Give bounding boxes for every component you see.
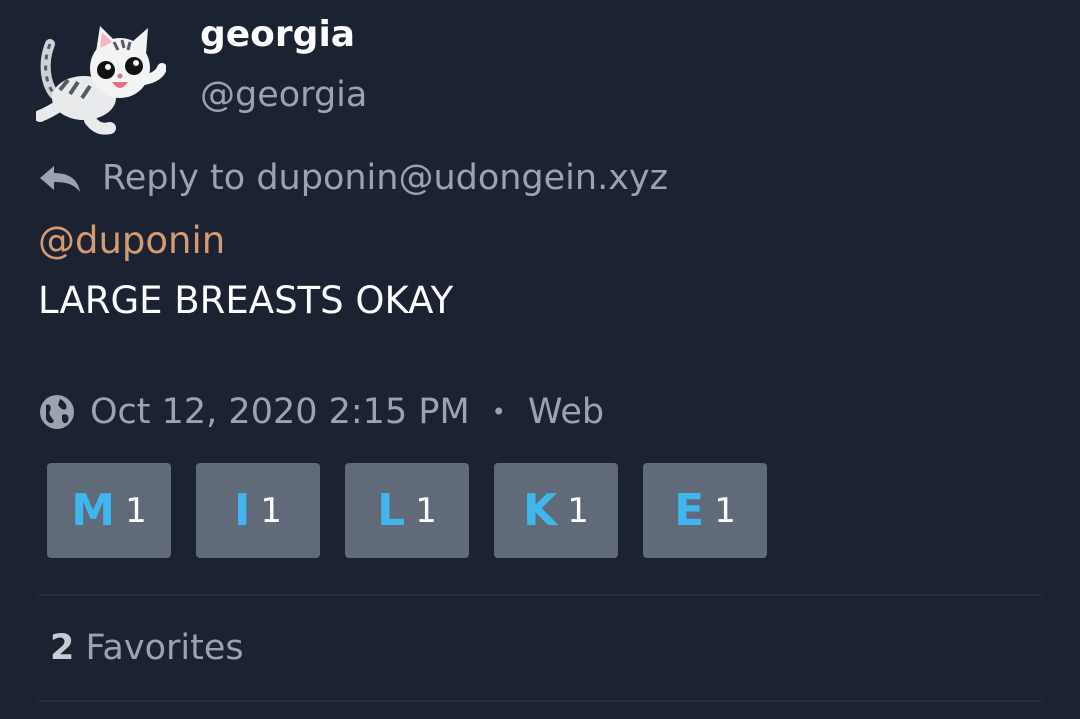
display-name[interactable]: georgia xyxy=(200,12,355,58)
reaction-emoji: L xyxy=(377,485,406,536)
reaction-count: 1 xyxy=(714,490,736,531)
status-meta: Oct 12, 2020 2:15 PM • Web xyxy=(38,388,604,436)
account-handle[interactable]: @georgia xyxy=(200,72,367,118)
reaction-count: 1 xyxy=(125,490,147,531)
reaction-button[interactable]: I 1 xyxy=(196,463,320,558)
favorites-count: 2 xyxy=(50,628,75,668)
favorites-label: Favorites xyxy=(85,628,244,668)
status-text: LARGE BREASTS OKAY xyxy=(38,279,454,322)
reply-icon xyxy=(40,166,80,192)
reaction-button[interactable]: K 1 xyxy=(494,463,618,558)
reaction-emoji: I xyxy=(233,485,251,536)
globe-icon xyxy=(40,395,74,429)
reaction-count: 1 xyxy=(260,490,282,531)
reaction-button[interactable]: E 1 xyxy=(643,463,767,558)
mention-link[interactable]: @duponin xyxy=(38,216,225,266)
emoji-reactions: M 1 I 1 L 1 K 1 E 1 xyxy=(47,463,767,558)
status-timestamp[interactable]: Oct 12, 2020 2:15 PM xyxy=(90,392,470,432)
reaction-count: 1 xyxy=(567,490,589,531)
favorites-link[interactable]: 2 Favorites xyxy=(50,624,244,672)
reaction-emoji: M xyxy=(71,485,116,536)
reply-to-text: Reply to duponin@udongein.xyz xyxy=(102,158,669,198)
status-application: Web xyxy=(527,392,605,432)
reaction-count: 1 xyxy=(415,490,437,531)
avatar[interactable] xyxy=(36,24,166,136)
reaction-button[interactable]: M 1 xyxy=(47,463,171,558)
divider xyxy=(38,700,1042,702)
reaction-emoji: E xyxy=(674,485,705,536)
status-detail: georgia @georgia Reply to duponin@udonge… xyxy=(0,0,1080,719)
reaction-emoji: K xyxy=(523,485,558,536)
reaction-button[interactable]: L 1 xyxy=(345,463,469,558)
divider xyxy=(38,594,1042,596)
meta-separator: • xyxy=(491,398,506,426)
reply-to-link[interactable]: Reply to duponin@udongein.xyz xyxy=(38,154,668,202)
